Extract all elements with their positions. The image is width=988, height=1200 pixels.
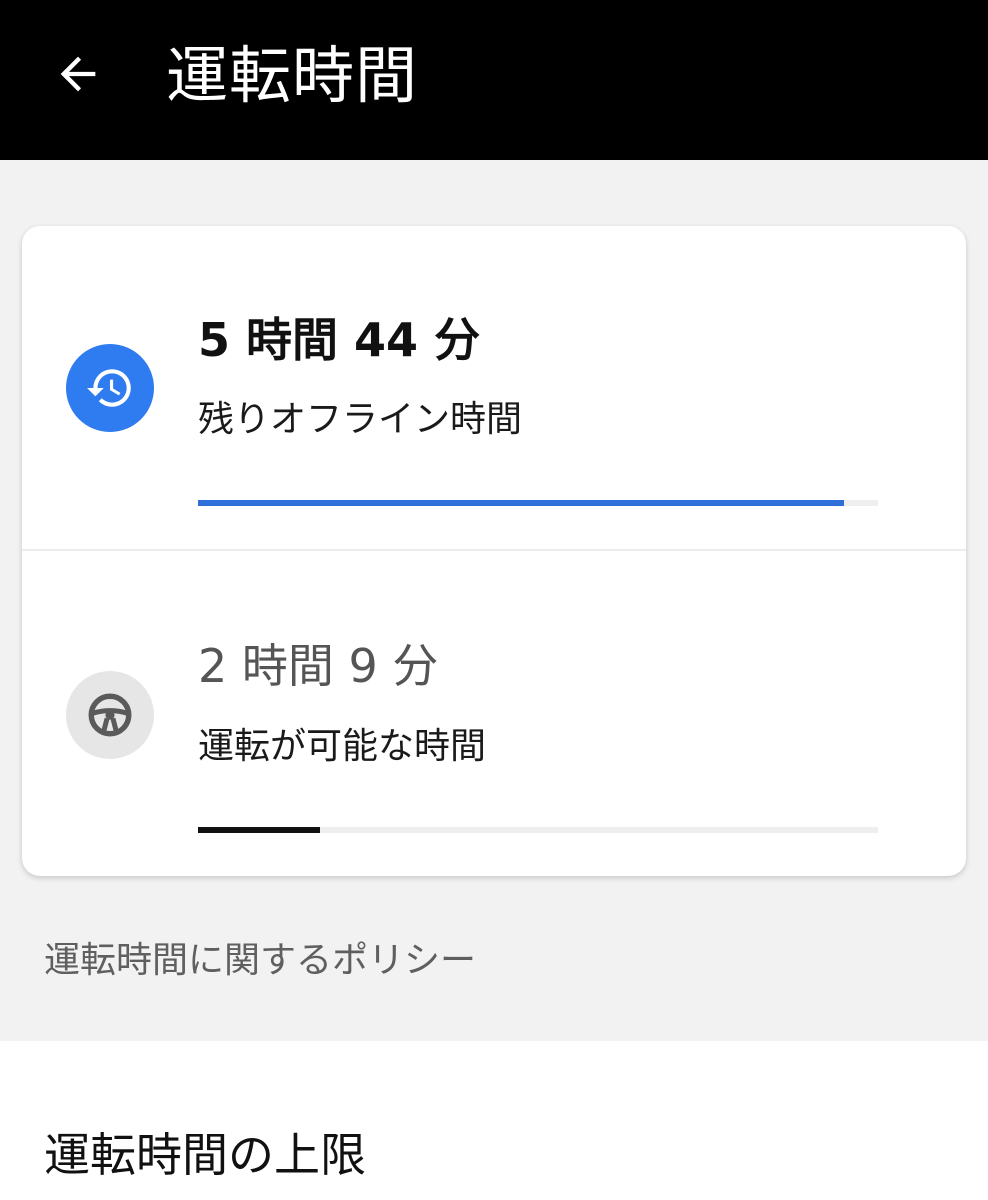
policy-list: 運転時間の上限 bbox=[0, 1041, 988, 1200]
offline-time-progress-bar bbox=[198, 500, 878, 506]
page-title: 運転時間 bbox=[166, 39, 419, 112]
driving-time-label: 運転が可能な時間 bbox=[198, 726, 487, 767]
driving-time-limit-item[interactable]: 運転時間の上限 bbox=[44, 1125, 366, 1185]
back-button[interactable] bbox=[46, 42, 110, 106]
history-icon bbox=[85, 363, 135, 413]
offline-time-icon-badge bbox=[66, 344, 154, 432]
time-summary-card: 5 時間 44 分 残りオフライン時間 2 時間 9 分 運転が可能な時間 bbox=[22, 226, 966, 876]
app-bar: 運転時間 bbox=[0, 0, 988, 160]
driving-time-icon-badge bbox=[66, 671, 154, 759]
steering-wheel-icon bbox=[85, 690, 135, 740]
driving-time-progress-fill bbox=[198, 827, 321, 833]
driving-time-value: 2 時間 9 分 bbox=[198, 639, 439, 693]
card-divider bbox=[22, 549, 966, 551]
arrow-back-icon bbox=[52, 48, 104, 100]
offline-time-label: 残りオフライン時間 bbox=[198, 399, 523, 440]
driving-time-progress-bar bbox=[198, 827, 878, 833]
offline-time-value: 5 時間 44 分 bbox=[198, 313, 481, 367]
offline-time-progress-fill bbox=[198, 500, 844, 506]
policy-section-header: 運転時間に関するポリシー bbox=[44, 940, 477, 981]
